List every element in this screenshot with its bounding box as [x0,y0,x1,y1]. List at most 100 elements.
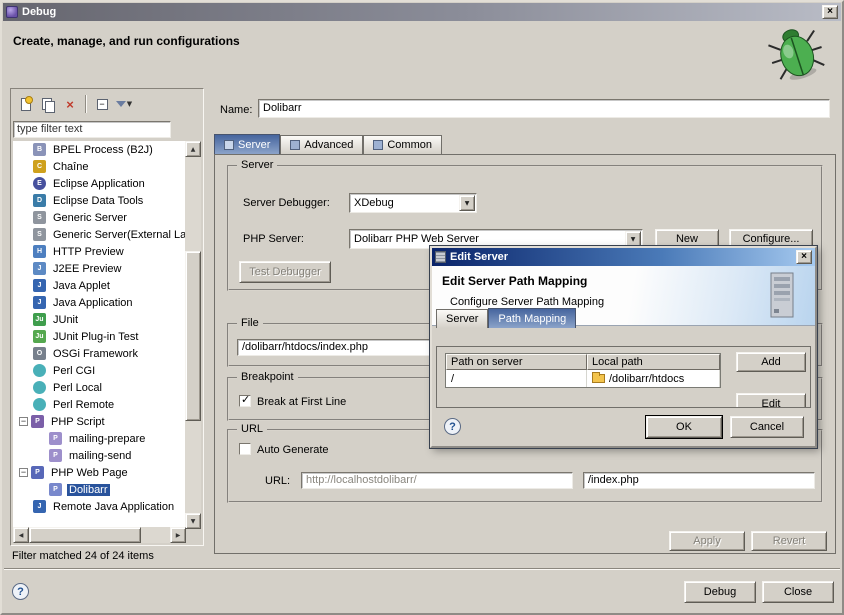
tree-item-perl-remote[interactable]: Perl Remote [13,396,186,413]
vertical-scroll-thumb[interactable] [185,251,201,421]
horizontal-scroll-thumb[interactable] [29,527,141,543]
tree-item-eclipse-application[interactable]: Eclipse Application [13,175,186,192]
window-titlebar[interactable]: Debug × [3,3,841,21]
server-debugger-label: Server Debugger: [243,197,330,209]
php-web-page-icon [31,466,44,479]
tree-item-label: Java Application [51,297,135,309]
tab-advanced[interactable]: Advanced [280,135,363,154]
apply-button[interactable]: Apply [669,531,745,551]
dialog-tab-path-mapping[interactable]: Path Mapping [488,308,576,328]
tree-item-mailing-prepare[interactable]: mailing-prepare [13,430,186,447]
dialog-titlebar[interactable]: Edit Server × [432,248,815,266]
tree-item-label: Remote Java Application [51,501,176,513]
php-server-label: PHP Server: [243,233,304,245]
add-mapping-button[interactable]: Add [736,352,806,372]
mapping-table-header: Path on server Local path [446,354,720,370]
ok-button[interactable]: OK [646,416,722,438]
tree-item-cha-ne[interactable]: Chaîne [13,158,186,175]
remote-java-icon [33,500,46,513]
tab-server-label: Server [238,139,270,151]
tree-item-perl-cgi[interactable]: Perl CGI [13,362,186,379]
http-preview-icon [33,245,46,258]
j2ee-preview-icon [33,262,46,275]
debug-button[interactable]: Debug [684,581,756,603]
tree-item-php-script[interactable]: − PHP Script [13,413,186,430]
tree-horizontal-scrollbar[interactable]: ◀ ▶ [13,527,186,543]
tree-item-label: PHP Script [49,416,107,428]
eclipse-data-tools-icon [33,194,46,207]
tree-item-label: HTTP Preview [51,246,126,258]
tree-item-junit-plug-in-test[interactable]: JUnit Plug-in Test [13,328,186,345]
edit-mapping-button[interactable]: Edit [736,393,806,408]
help-icon[interactable]: ? [12,583,29,600]
chevron-down-icon[interactable]: ▼ [625,231,641,247]
chevron-down-icon[interactable]: ▼ [459,195,475,211]
url-path-input[interactable]: /index.php [583,472,815,489]
break-first-line-checkbox[interactable] [239,395,251,407]
tree-item-osgi-framework[interactable]: OSGi Framework [13,345,186,362]
common-tab-icon [373,140,383,150]
collapse-all-icon[interactable]: − [93,95,111,113]
tree-item-eclipse-data-tools[interactable]: Eclipse Data Tools [13,192,186,209]
scroll-up-icon[interactable]: ▲ [185,141,201,157]
cancel-button[interactable]: Cancel [730,416,804,438]
revert-button[interactable]: Revert [751,531,827,551]
mapping-row[interactable]: //dolibarr/htdocs [446,370,720,387]
tree-item-java-applet[interactable]: Java Applet [13,277,186,294]
break-first-line-label: Break at First Line [257,396,346,408]
tree-item-java-application[interactable]: Java Application [13,294,186,311]
test-debugger-button[interactable]: Test Debugger [239,261,331,283]
tree-item-dolibarr[interactable]: Dolibarr [13,481,186,498]
tree-item-php-web-page[interactable]: − PHP Web Page [13,464,186,481]
auto-generate-checkbox[interactable] [239,443,251,455]
header-banner: Create, manage, and run configurations [3,21,841,87]
tree-item-label: mailing-prepare [67,433,147,445]
tree-item-mailing-send[interactable]: mailing-send [13,447,186,464]
tree-vertical-scrollbar[interactable]: ▲ ▼ [185,141,201,529]
toolbar-separator [85,95,87,113]
edit-server-dialog: Edit Server × Edit Server Path Mapping C… [430,246,817,448]
folder-icon [592,374,605,383]
scroll-right-icon[interactable]: ▶ [170,527,186,543]
tree-item-generic-server-external-la[interactable]: Generic Server(External La [13,226,186,243]
tree-collapse-icon[interactable]: − [19,468,28,477]
filter-input[interactable]: type filter text [13,121,171,138]
server-tower-icon [763,271,801,324]
tree-item-j2ee-preview[interactable]: J2EE Preview [13,260,186,277]
tree-collapse-icon[interactable]: − [19,417,28,426]
name-label: Name: [220,104,252,116]
tree-item-label: J2EE Preview [51,263,123,275]
tree-item-bpel-process-b2j-[interactable]: BPEL Process (B2J) [13,141,186,158]
scroll-left-icon[interactable]: ◀ [13,527,29,543]
dialog-close-button[interactable]: × [796,250,812,264]
debug-configurations-window: Debug × Create, manage, and run configur… [0,0,844,615]
dialog-help-icon[interactable]: ? [444,418,461,435]
generic-server-icon [33,211,46,224]
tab-server[interactable]: Server [214,134,280,154]
duplicate-configuration-icon[interactable] [39,95,57,113]
mapping-table-body: //dolibarr/htdocs [446,370,720,387]
dialog-tab-server[interactable]: Server [436,309,488,328]
tree-item-junit[interactable]: JUnit [13,311,186,328]
tab-common[interactable]: Common [363,135,442,154]
close-button[interactable]: Close [762,581,834,603]
java-application-icon [33,296,46,309]
tree-item-generic-server[interactable]: Generic Server [13,209,186,226]
tree-item-http-preview[interactable]: HTTP Preview [13,243,186,260]
delete-configuration-icon[interactable]: × [61,95,79,113]
name-input[interactable]: Dolibarr [258,99,830,118]
tree-item-remote-java-application[interactable]: Remote Java Application [13,498,186,515]
junit-plugin-icon [33,330,46,343]
server-debugger-combo[interactable]: XDebug ▼ [349,193,477,213]
new-configuration-icon[interactable] [17,95,35,113]
scroll-down-icon[interactable]: ▼ [185,513,201,529]
column-path-on-server[interactable]: Path on server [446,354,587,370]
url-base-input[interactable]: http://localhostdolibarr/ [301,472,573,489]
filter-menu-icon[interactable]: ▼ [115,95,133,113]
tree-item-perl-local[interactable]: Perl Local [13,379,186,396]
column-local-path[interactable]: Local path [587,354,720,370]
tree-item-label: PHP Web Page [49,467,130,479]
window-close-button[interactable]: × [822,5,838,19]
dialog-heading: Edit Server Path Mapping [442,274,587,288]
debug-bug-icon [761,18,833,93]
